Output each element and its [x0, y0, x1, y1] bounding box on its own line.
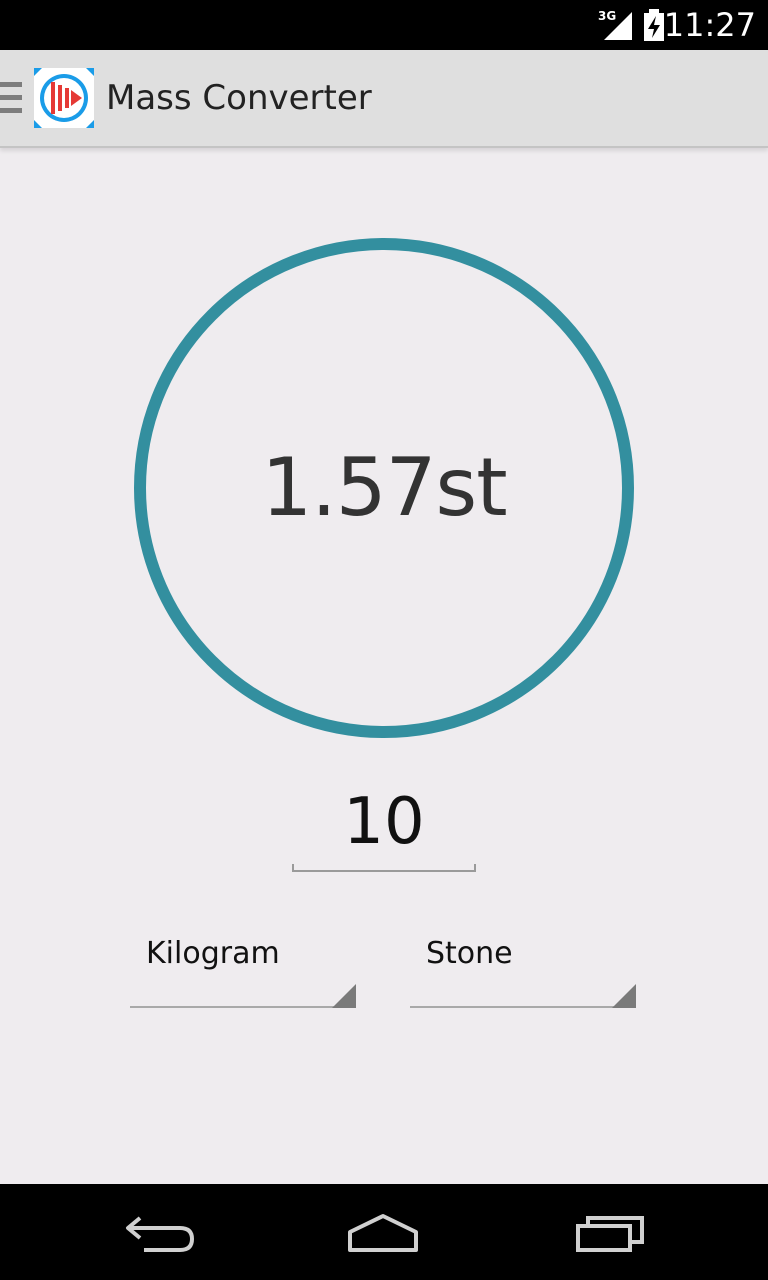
svg-text:3G: 3G: [598, 9, 616, 23]
dropdown-arrow-icon: [332, 984, 356, 1008]
signal-3g-icon: 3G: [598, 9, 632, 40]
from-unit-spinner[interactable]: Kilogram: [130, 920, 356, 1012]
amount-input[interactable]: [292, 780, 476, 864]
navigation-bar: [0, 1184, 768, 1280]
app-title: Mass Converter: [106, 78, 372, 118]
action-bar: Mass Converter: [0, 50, 768, 148]
back-icon[interactable]: [114, 1202, 204, 1262]
dropdown-arrow-icon: [612, 984, 636, 1008]
recents-icon[interactable]: [566, 1202, 656, 1262]
status-time: 11:27: [663, 6, 756, 44]
from-unit-label: Kilogram: [146, 936, 280, 971]
app-logo-icon[interactable]: [34, 68, 94, 128]
to-unit-spinner[interactable]: Stone: [410, 920, 636, 1012]
drawer-menu-icon[interactable]: [0, 80, 24, 116]
amount-underline: [292, 864, 476, 872]
to-unit-underline: [410, 1006, 636, 1008]
battery-charging-icon: [644, 9, 664, 41]
from-unit-underline: [130, 1006, 356, 1008]
home-icon[interactable]: [338, 1202, 428, 1262]
to-unit-label: Stone: [426, 936, 513, 971]
status-bar: 3G 11:27: [0, 0, 768, 50]
amount-field[interactable]: [292, 780, 476, 874]
conversion-result: 1.57st: [261, 441, 507, 534]
